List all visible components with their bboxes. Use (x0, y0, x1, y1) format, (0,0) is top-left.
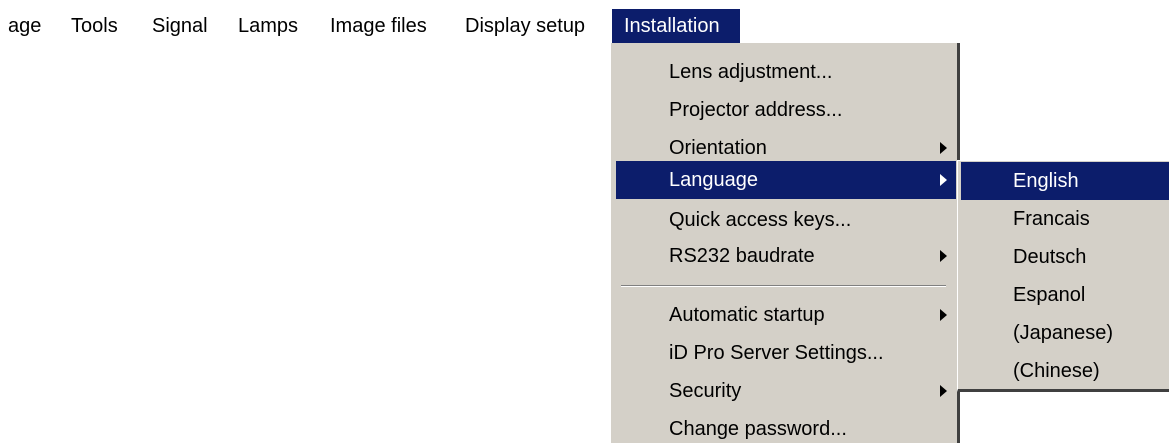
menu-image-files[interactable]: Image files (330, 9, 427, 43)
language-option-label: English (1013, 170, 1079, 192)
menu-item-automatic-startup[interactable]: Automatic startup (616, 296, 956, 334)
menu-image[interactable]: age (8, 9, 41, 43)
language-option-english[interactable]: English (961, 162, 1169, 200)
menu-item-id-pro-server-settings[interactable]: iD Pro Server Settings... (616, 334, 956, 372)
menu-item-label: Change password... (669, 418, 847, 440)
language-option-deutsch[interactable]: Deutsch (961, 238, 1169, 276)
menu-item-rs232-baudrate[interactable]: RS232 baudrate (616, 237, 956, 275)
menu-lamps[interactable]: Lamps (238, 9, 298, 43)
application-window: age Tools Signal Lamps Image files Displ… (0, 0, 1169, 443)
language-option-espanol[interactable]: Espanol (961, 276, 1169, 314)
menu-tools[interactable]: Tools (71, 9, 118, 43)
menu-installation[interactable]: Installation (612, 9, 740, 43)
chevron-right-icon (940, 385, 947, 397)
menu-item-change-password[interactable]: Change password... (616, 410, 956, 443)
menu-item-label: Lens adjustment... (669, 61, 833, 83)
menu-item-quick-access-keys[interactable]: Quick access keys... (616, 201, 956, 239)
menu-item-label: Language (669, 169, 758, 191)
menu-item-label: Projector address... (669, 99, 843, 121)
menu-item-label: RS232 baudrate (669, 245, 815, 267)
menu-display-setup[interactable]: Display setup (465, 9, 585, 43)
menu-item-projector-address[interactable]: Projector address... (616, 91, 956, 129)
menu-item-security[interactable]: Security (616, 372, 956, 410)
language-option-japanese[interactable]: (Japanese) (961, 314, 1169, 352)
language-option-label: Espanol (1013, 284, 1086, 306)
menu-item-language[interactable]: Language (616, 161, 956, 199)
menu-item-label: iD Pro Server Settings... (669, 342, 884, 364)
menu-item-label: Security (669, 380, 742, 402)
menu-item-label: Automatic startup (669, 304, 825, 326)
language-option-francais[interactable]: Francais (961, 200, 1169, 238)
language-submenu: English Francais Deutsch Espanol (Japane… (957, 160, 1169, 392)
menu-item-label: Orientation (669, 137, 767, 159)
language-option-label: (Japanese) (1013, 322, 1114, 344)
chevron-right-icon (940, 250, 947, 262)
menu-item-label: Quick access keys... (669, 209, 852, 231)
language-option-label: Deutsch (1013, 246, 1087, 268)
installation-menu: Lens adjustment... Projector address... … (610, 43, 960, 443)
language-option-label: (Chinese) (1013, 360, 1100, 382)
menu-bar: age Tools Signal Lamps Image files Displ… (0, 9, 1169, 43)
language-option-label: Francais (1013, 208, 1090, 230)
menu-item-lens-adjustment[interactable]: Lens adjustment... (616, 53, 956, 91)
menu-signal[interactable]: Signal (152, 9, 208, 43)
language-option-chinese[interactable]: (Chinese) (961, 352, 1169, 390)
chevron-right-icon (940, 309, 947, 321)
chevron-right-icon (940, 142, 947, 154)
menu-separator (621, 285, 946, 287)
chevron-right-icon (940, 174, 947, 186)
